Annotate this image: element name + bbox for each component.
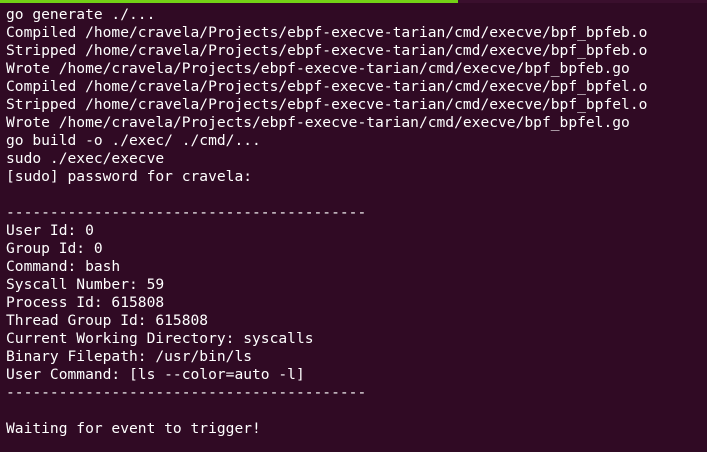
output-line-stripped-bpfeb: Stripped /home/cravela/Projects/ebpf-exe…: [6, 42, 648, 59]
output-line-command: Command: bash: [6, 258, 121, 275]
output-line-binary-filepath: Binary Filepath: /usr/bin/ls: [6, 348, 253, 365]
tab-bar: [0, 0, 707, 3]
output-line-wrote-bpfeb: Wrote /home/cravela/Projects/ebpf-execve…: [6, 60, 630, 77]
output-line-compiled-bpfeb: Compiled /home/cravela/Projects/ebpf-exe…: [6, 24, 648, 41]
output-line-wrote-bpfel: Wrote /home/cravela/Projects/ebpf-execve…: [6, 114, 630, 131]
output-line-user-id: User Id: 0: [6, 222, 94, 239]
terminal-output: go generate ./... Compiled /home/cravela…: [6, 6, 701, 438]
output-line-sudo-prompt: [sudo] password for cravela:: [6, 168, 253, 185]
output-line-separator-bottom: ----------------------------------------…: [6, 384, 367, 401]
output-line-group-id: Group Id: 0: [6, 240, 103, 257]
output-line-cmd-sudo: sudo ./exec/execve: [6, 150, 165, 167]
active-tab-indicator: [0, 0, 458, 3]
output-line-user-command: User Command: [ls --color=auto -l]: [6, 366, 305, 383]
output-line-cwd: Current Working Directory: syscalls: [6, 330, 314, 347]
output-line-syscall-number: Syscall Number: 59: [6, 276, 165, 293]
output-line-separator-top: ----------------------------------------…: [6, 204, 367, 221]
output-line-stripped-bpfel: Stripped /home/cravela/Projects/ebpf-exe…: [6, 96, 648, 113]
terminal-window[interactable]: go generate ./... Compiled /home/cravela…: [0, 0, 707, 452]
output-line-cmd-generate: go generate ./...: [6, 6, 156, 23]
output-line-cmd-build: go build -o ./exec/ ./cmd/...: [6, 132, 261, 149]
output-line-process-id: Process Id: 615808: [6, 294, 165, 311]
output-line-waiting: Waiting for event to trigger!: [6, 420, 261, 437]
output-line-thread-group-id: Thread Group Id: 615808: [6, 312, 209, 329]
output-line-blank: [6, 186, 701, 204]
output-line-blank: [6, 402, 701, 420]
output-line-compiled-bpfel: Compiled /home/cravela/Projects/ebpf-exe…: [6, 78, 648, 95]
